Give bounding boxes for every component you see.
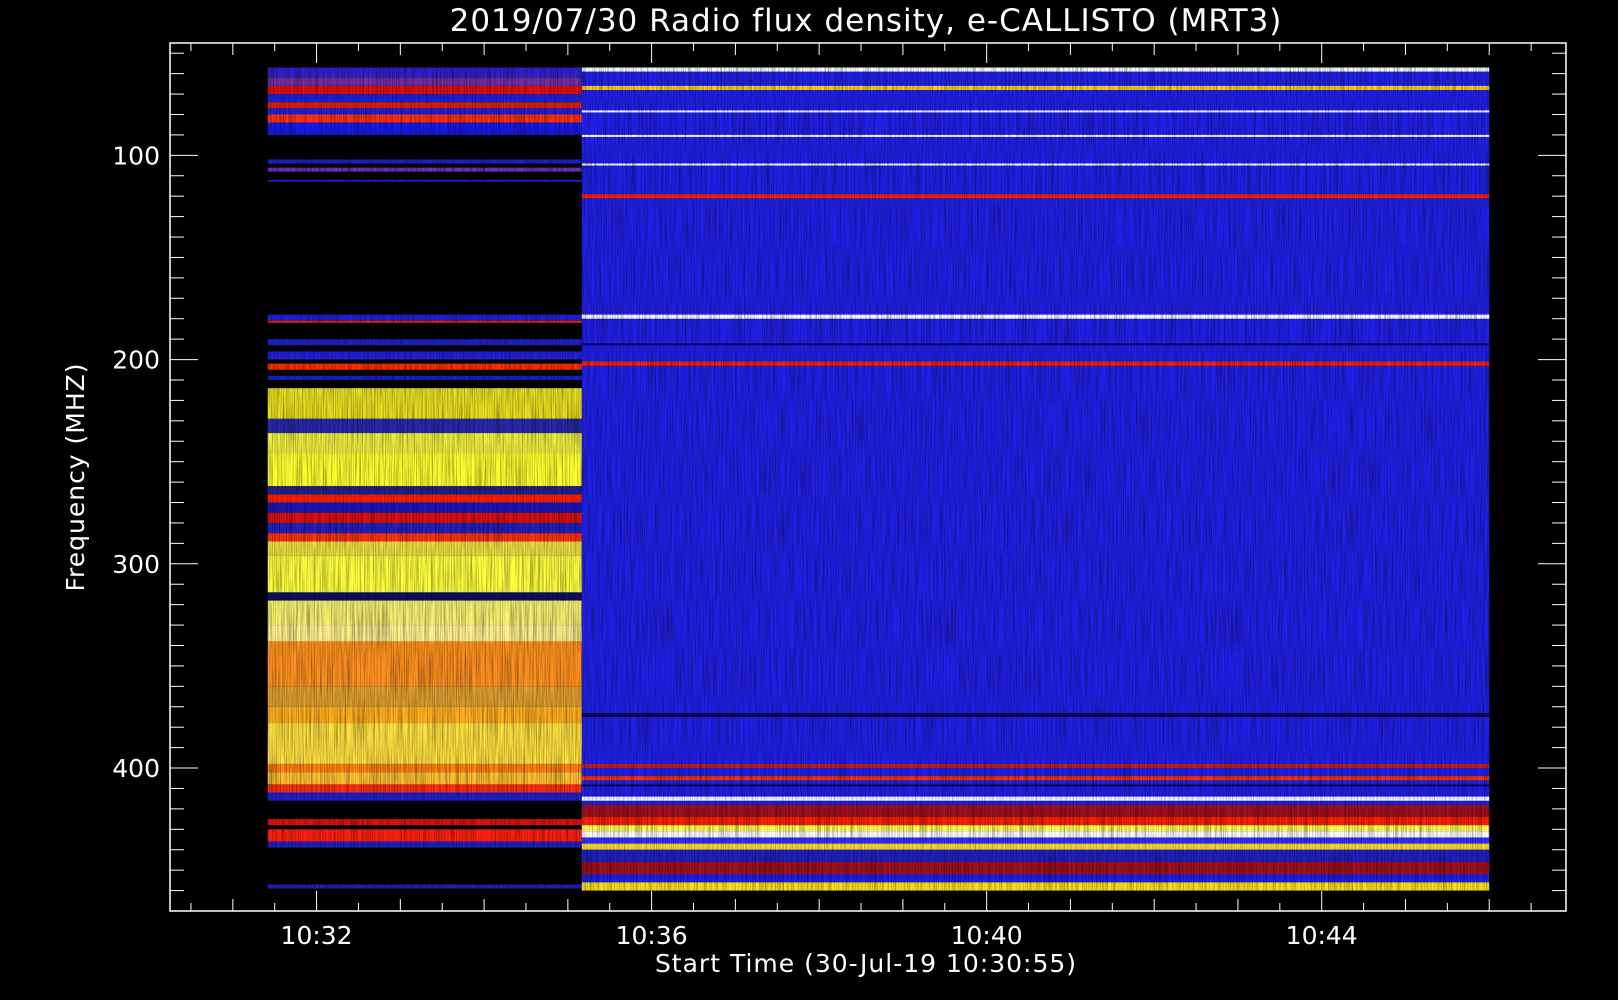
y-tick-label: 200 — [112, 346, 160, 375]
y-tick-label: 100 — [112, 141, 160, 170]
noise-texture — [581, 67, 1490, 891]
y-axis-label: Frequency (MHZ) — [61, 362, 90, 591]
segment-early — [267, 67, 582, 891]
spectrogram-plot — [267, 67, 1490, 891]
x-tick-label: 10:36 — [616, 921, 688, 950]
chart-title: 2019/07/30 Radio flux density, e-CALLIST… — [450, 3, 1283, 39]
y-tick-label: 400 — [112, 754, 160, 783]
x-tick-label: 10:32 — [281, 921, 353, 950]
spectrogram-chart: 2019/07/30 Radio flux density, e-CALLIST… — [0, 0, 1618, 1000]
x-tick-label: 10:40 — [951, 921, 1023, 950]
y-tick-label: 300 — [112, 550, 160, 579]
segment-late — [581, 67, 1490, 891]
noise-texture — [267, 67, 582, 891]
x-tick-label: 10:44 — [1286, 921, 1358, 950]
x-axis-label: Start Time (30-Jul-19 10:30:55) — [655, 949, 1077, 978]
